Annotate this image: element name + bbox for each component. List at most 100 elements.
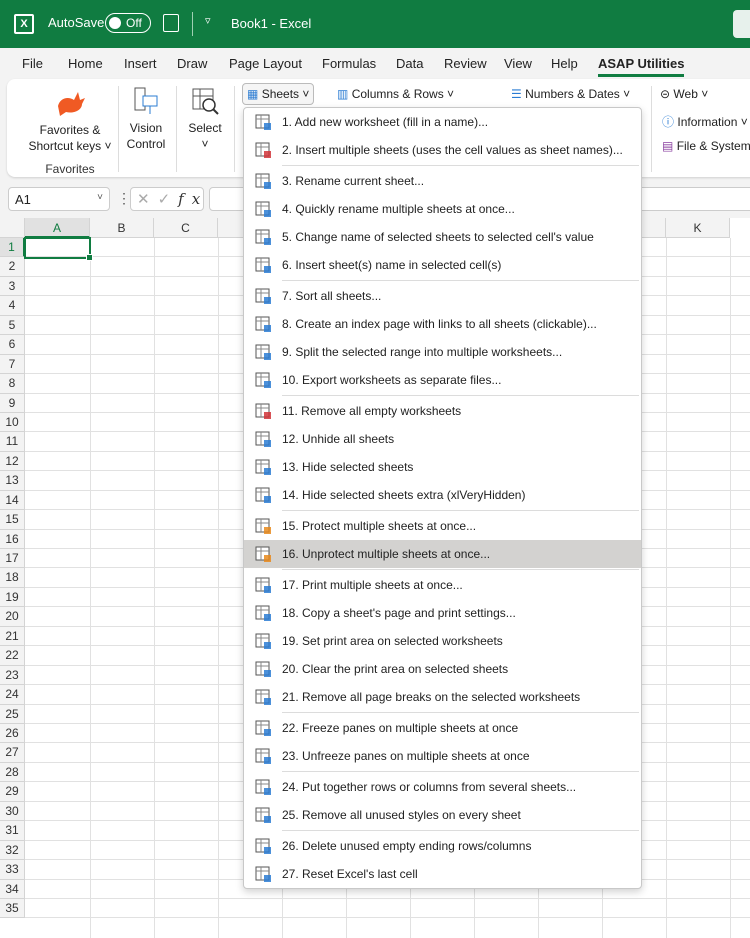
tab-insert[interactable]: Insert bbox=[124, 56, 157, 71]
select-all-corner[interactable] bbox=[0, 218, 25, 238]
row-header-19[interactable]: 19 bbox=[0, 587, 25, 608]
row-header-5[interactable]: 5 bbox=[0, 315, 25, 336]
row-header-18[interactable]: 18 bbox=[0, 568, 25, 588]
file-system-button[interactable]: ▤ File & System bbox=[662, 139, 750, 153]
chevron-down-icon[interactable]: ˅ bbox=[97, 192, 103, 203]
row-header-30[interactable]: 30 bbox=[0, 801, 25, 822]
tab-review[interactable]: Review bbox=[444, 56, 487, 71]
menu-item-13[interactable]: 13. Hide selected sheets bbox=[244, 453, 641, 481]
row-header-4[interactable]: 4 bbox=[0, 296, 25, 316]
row-header-14[interactable]: 14 bbox=[0, 490, 25, 511]
tab-draw[interactable]: Draw bbox=[177, 56, 207, 71]
row-header-11[interactable]: 11 bbox=[0, 432, 25, 452]
autosave-toggle[interactable]: Off bbox=[105, 13, 151, 33]
menu-item-14[interactable]: 14. Hide selected sheets extra (xlVeryHi… bbox=[244, 481, 641, 509]
menu-item-27[interactable]: 27. Reset Excel's last cell bbox=[244, 860, 641, 888]
row-header-9[interactable]: 9 bbox=[0, 393, 25, 413]
menu-item-22[interactable]: 22. Freeze panes on multiple sheets at o… bbox=[244, 714, 641, 742]
menu-item-12[interactable]: 12. Unhide all sheets bbox=[244, 425, 641, 453]
columns-rows-button[interactable]: ▥ Columns & Rows ˅ bbox=[337, 87, 454, 101]
row-header-24[interactable]: 24 bbox=[0, 685, 25, 705]
search-box[interactable] bbox=[733, 10, 750, 38]
row-header-1[interactable]: 1 bbox=[0, 238, 25, 258]
row-header-17[interactable]: 17 bbox=[0, 549, 25, 569]
tab-help[interactable]: Help bbox=[551, 56, 578, 71]
tab-data[interactable]: Data bbox=[396, 56, 423, 71]
menu-item-21[interactable]: 21. Remove all page breaks on the select… bbox=[244, 683, 641, 711]
menu-item-5[interactable]: 5. Change name of selected sheets to sel… bbox=[244, 223, 641, 251]
row-header-34[interactable]: 34 bbox=[0, 879, 25, 899]
row-header-31[interactable]: 31 bbox=[0, 821, 25, 841]
row-header-20[interactable]: 20 bbox=[0, 607, 25, 627]
select-button[interactable]: Select ˅ bbox=[182, 86, 228, 152]
menu-item-4[interactable]: 4. Quickly rename multiple sheets at onc… bbox=[244, 195, 641, 223]
row-header-21[interactable]: 21 bbox=[0, 626, 25, 647]
menu-item-26[interactable]: 26. Delete unused empty ending rows/colu… bbox=[244, 832, 641, 860]
row-header-26[interactable]: 26 bbox=[0, 724, 25, 744]
row-header-15[interactable]: 15 bbox=[0, 510, 25, 530]
menu-item-2[interactable]: 2. Insert multiple sheets (uses the cell… bbox=[244, 136, 641, 164]
row-header-8[interactable]: 8 bbox=[0, 374, 25, 394]
row-header-35[interactable]: 35 bbox=[0, 898, 25, 919]
row-header-33[interactable]: 33 bbox=[0, 860, 25, 880]
menu-item-16[interactable]: 16. Unprotect multiple sheets at once... bbox=[244, 540, 641, 568]
gridline bbox=[666, 238, 667, 938]
row-header-3[interactable]: 3 bbox=[0, 276, 25, 297]
cancel-icon[interactable]: ✕ bbox=[137, 191, 158, 208]
row-header-2[interactable]: 2 bbox=[0, 257, 25, 277]
menu-item-24[interactable]: 24. Put together rows or columns from se… bbox=[244, 773, 641, 801]
row-header-32[interactable]: 32 bbox=[0, 840, 25, 861]
tab-home[interactable]: Home bbox=[68, 56, 103, 71]
menu-item-18[interactable]: 18. Copy a sheet's page and print settin… bbox=[244, 599, 641, 627]
vision-control-button[interactable]: Vision Control bbox=[122, 86, 170, 152]
menu-item-15[interactable]: 15. Protect multiple sheets at once... bbox=[244, 512, 641, 540]
menu-item-6[interactable]: 6. Insert sheet(s) name in selected cell… bbox=[244, 251, 641, 279]
column-header-K[interactable]: K bbox=[666, 218, 730, 238]
row-header-27[interactable]: 27 bbox=[0, 743, 25, 763]
menu-item-1[interactable]: 1. Add new worksheet (fill in a name)... bbox=[244, 108, 641, 136]
column-header-A[interactable]: A bbox=[25, 218, 90, 238]
customize-qat-button[interactable]: ▿ bbox=[205, 14, 211, 27]
menu-item-23[interactable]: 23. Unfreeze panes on multiple sheets at… bbox=[244, 742, 641, 770]
tab-formulas[interactable]: Formulas bbox=[322, 56, 376, 71]
row-header-13[interactable]: 13 bbox=[0, 471, 25, 491]
menu-item-17[interactable]: 17. Print multiple sheets at once... bbox=[244, 571, 641, 599]
row-header-6[interactable]: 6 bbox=[0, 335, 25, 355]
insert-function-icon[interactable]: fx bbox=[178, 190, 208, 208]
row-header-7[interactable]: 7 bbox=[0, 354, 25, 375]
information-button[interactable]: ⓘ Information ˅ bbox=[662, 113, 748, 130]
row-header-12[interactable]: 12 bbox=[0, 451, 25, 472]
menu-item-label: 13. Hide selected sheets bbox=[282, 460, 414, 474]
tab-file[interactable]: File bbox=[22, 56, 43, 71]
menu-item-25[interactable]: 25. Remove all unused styles on every sh… bbox=[244, 801, 641, 829]
row-header-28[interactable]: 28 bbox=[0, 762, 25, 783]
row-header-23[interactable]: 23 bbox=[0, 665, 25, 686]
favorites-button[interactable]: Favorites & Shortcut keys ˅ bbox=[20, 88, 120, 154]
row-header-16[interactable]: 16 bbox=[0, 529, 25, 550]
menu-item-8[interactable]: 8. Create an index page with links to al… bbox=[244, 310, 641, 338]
menu-item-11[interactable]: 11. Remove all empty worksheets bbox=[244, 397, 641, 425]
row-header-22[interactable]: 22 bbox=[0, 646, 25, 666]
menu-item-3[interactable]: 3. Rename current sheet... bbox=[244, 167, 641, 195]
tab-page-layout[interactable]: Page Layout bbox=[229, 56, 302, 71]
row-header-25[interactable]: 25 bbox=[0, 704, 25, 724]
menu-item-10[interactable]: 10. Export worksheets as separate files.… bbox=[244, 366, 641, 394]
sheets-menu-button[interactable]: ▦ Sheets ˅ bbox=[242, 83, 315, 105]
numbers-dates-button[interactable]: ☰ Numbers & Dates ˅ bbox=[511, 87, 630, 101]
column-header-B[interactable]: B bbox=[90, 218, 154, 238]
row-header-10[interactable]: 10 bbox=[0, 412, 25, 433]
save-icon[interactable] bbox=[163, 14, 179, 32]
tab-view[interactable]: View bbox=[504, 56, 532, 71]
column-header-C[interactable]: C bbox=[154, 218, 218, 238]
menu-item-19[interactable]: 19. Set print area on selected worksheet… bbox=[244, 627, 641, 655]
web-button[interactable]: ⊝ Web ˅ bbox=[660, 87, 708, 101]
menu-item-20[interactable]: 20. Clear the print area on selected she… bbox=[244, 655, 641, 683]
row-header-29[interactable]: 29 bbox=[0, 782, 25, 802]
more-icon[interactable]: ⋮ bbox=[117, 190, 131, 207]
tab-asap-utilities[interactable]: ASAP Utilities bbox=[598, 56, 685, 77]
menu-item-7[interactable]: 7. Sort all sheets... bbox=[244, 282, 641, 310]
name-box[interactable]: A1 ˅ bbox=[8, 187, 110, 211]
active-cell-a1[interactable] bbox=[24, 237, 93, 261]
enter-icon[interactable]: ✓ bbox=[158, 191, 179, 208]
menu-item-9[interactable]: 9. Split the selected range into multipl… bbox=[244, 338, 641, 366]
